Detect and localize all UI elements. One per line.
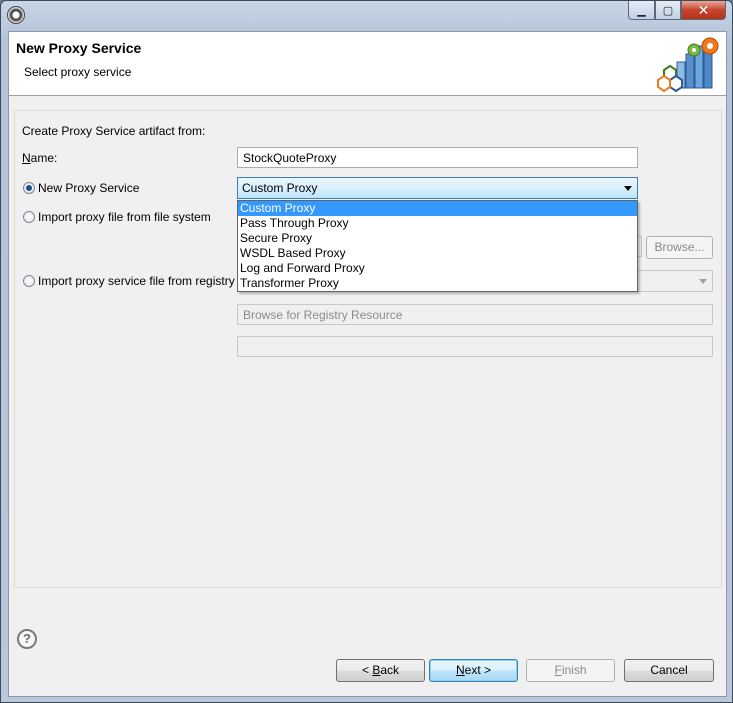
name-field[interactable]: StockQuoteProxy xyxy=(237,147,638,168)
finish-button-label: inish xyxy=(561,663,587,677)
dropdown-option-log-and-forward-proxy[interactable]: Log and Forward Proxy xyxy=(238,261,637,276)
dropdown-option-transformer-proxy[interactable]: Transformer Proxy xyxy=(238,276,637,291)
next-button-label: ext > xyxy=(464,663,492,677)
eclipse-app-icon xyxy=(7,6,25,24)
name-label: Name: xyxy=(22,151,58,165)
minimize-button[interactable]: ▁ xyxy=(628,1,655,20)
wizard-header: New Proxy Service Select proxy service xyxy=(9,32,726,96)
radio-new-proxy-service-label[interactable]: New Proxy Service xyxy=(38,181,139,195)
browse-registry-button: Browse for Registry Resource xyxy=(237,304,713,325)
help-icon[interactable]: ? xyxy=(17,629,37,649)
page-subtitle: Select proxy service xyxy=(24,65,132,79)
proxy-type-select[interactable]: Custom Proxy xyxy=(237,177,638,199)
chevron-down-icon xyxy=(699,279,707,284)
radio-import-file-system-label[interactable]: Import proxy file from file system xyxy=(38,210,211,224)
radio-new-proxy-service[interactable] xyxy=(23,182,35,194)
radio-import-registry-label[interactable]: Import proxy service file from registry xyxy=(38,274,235,288)
chevron-down-icon xyxy=(624,186,632,191)
radio-import-registry[interactable] xyxy=(23,275,35,287)
back-button-prefix: < xyxy=(361,663,373,677)
dropdown-option-secure-proxy[interactable]: Secure Proxy xyxy=(238,231,637,246)
close-button[interactable]: ✕ xyxy=(681,1,726,20)
finish-button-mnemonic: F xyxy=(554,663,562,677)
next-button[interactable]: Next > xyxy=(429,659,518,682)
back-button-label: ack xyxy=(380,663,400,677)
dropdown-option-custom-proxy[interactable]: Custom Proxy xyxy=(238,201,637,216)
proxy-type-select-value: Custom Proxy xyxy=(242,181,318,195)
registry-path-field xyxy=(237,336,713,357)
next-button-mnemonic: N xyxy=(455,663,465,677)
minimize-icon: ▁ xyxy=(637,4,646,17)
finish-button: Finish xyxy=(526,659,615,682)
close-icon: ✕ xyxy=(697,1,710,18)
wizard-window: ▁ ▢ ✕ New Proxy Service Select proxy ser… xyxy=(0,0,733,703)
maximize-button[interactable]: ▢ xyxy=(655,1,681,20)
maximize-icon: ▢ xyxy=(662,4,674,17)
browse-button: Browse... xyxy=(646,236,713,259)
dropdown-option-pass-through-proxy[interactable]: Pass Through Proxy xyxy=(238,216,637,231)
back-button[interactable]: < Back xyxy=(336,659,425,682)
window-controls: ▁ ▢ ✕ xyxy=(628,1,726,20)
proxy-type-dropdown[interactable]: Custom Proxy Pass Through Proxy Secure P… xyxy=(237,200,638,292)
wizard-banner-icon xyxy=(657,37,719,93)
page-title: New Proxy Service xyxy=(16,40,142,56)
dropdown-option-wsdl-based-proxy[interactable]: WSDL Based Proxy xyxy=(238,246,637,261)
section-label: Create Proxy Service artifact from: xyxy=(22,124,206,138)
radio-import-file-system[interactable] xyxy=(23,211,35,223)
title-bar[interactable]: ▁ ▢ ✕ xyxy=(1,1,732,29)
cancel-button[interactable]: Cancel xyxy=(624,659,714,682)
